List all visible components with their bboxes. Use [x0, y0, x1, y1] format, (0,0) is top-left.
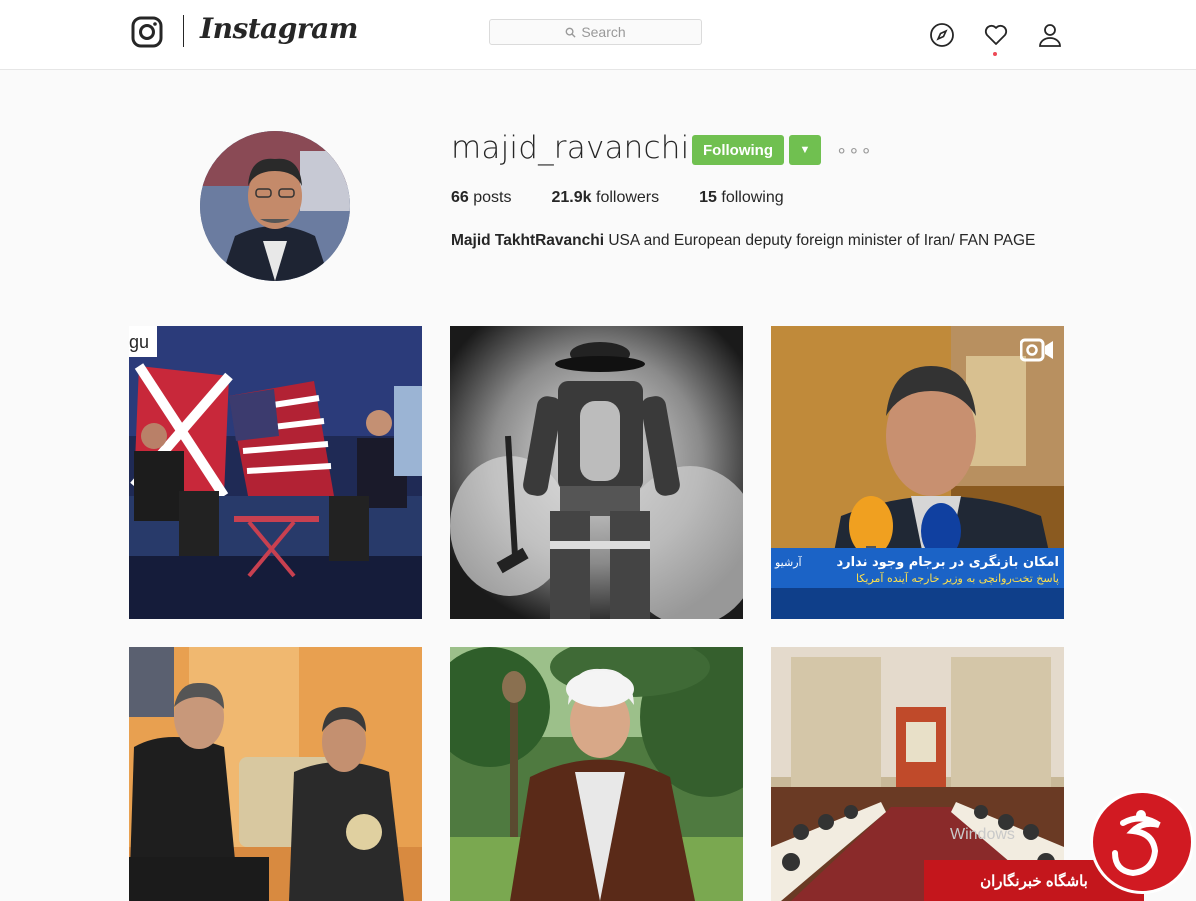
post-thumbnail[interactable]: امکان بازنگری در برجام وجود ندارد پاسخ ت…	[771, 326, 1064, 619]
profile-avatar[interactable]	[200, 131, 350, 281]
profile-bio-text: USA and European deputy foreign minister…	[608, 232, 1036, 249]
profile-bio: Majid TakhtRavanchi USA and European dep…	[451, 229, 1041, 253]
instagram-wordmark[interactable]: Instagram	[200, 12, 358, 45]
caret-down-icon: ▼	[799, 144, 811, 156]
search-input[interactable]: Search	[489, 19, 702, 45]
following-stat[interactable]: 15 following	[699, 189, 784, 207]
compass-icon[interactable]	[929, 22, 955, 48]
profile-full-name: Majid TakhtRavanchi	[451, 232, 605, 249]
profile-stats: 66 posts 21.9k followers 15 following	[451, 189, 824, 207]
followers-count: 21.9k	[551, 189, 592, 206]
top-navigation-bar: Instagram Search	[0, 0, 1196, 70]
search-placeholder: Search	[581, 24, 626, 40]
video-camera-icon	[1020, 338, 1053, 362]
posts-count: 66	[451, 189, 469, 206]
instagram-glyph-icon[interactable]	[131, 16, 163, 48]
follow-options-button[interactable]: ▼	[789, 135, 821, 165]
posts-stat: 66 posts	[451, 189, 512, 207]
more-options-button[interactable]: ∘∘∘	[836, 140, 873, 161]
windows-activation-watermark: Windows	[950, 826, 1015, 843]
post-thumbnail[interactable]	[450, 647, 743, 901]
post-thumbnail[interactable]: gu	[129, 326, 422, 619]
ellipsis-icon: ∘∘∘	[836, 140, 873, 160]
logo-divider	[183, 15, 184, 47]
user-icon[interactable]	[1037, 22, 1063, 48]
post-thumbnail[interactable]	[450, 326, 743, 619]
news-agency-logo	[1090, 790, 1194, 894]
notification-dot	[993, 52, 997, 56]
heart-icon[interactable]	[983, 22, 1009, 48]
profile-username: majid_ravanchi	[451, 130, 690, 166]
news-ticker-subline: پاسخ تخت‌روانچی به وزیر خارجه آینده آمری…	[856, 571, 1059, 585]
search-icon	[565, 27, 576, 38]
following-button[interactable]: Following	[692, 135, 784, 165]
news-ticker-headline: امکان بازنگری در برجام وجود ندارد	[836, 554, 1059, 570]
posts-label: posts	[473, 189, 512, 206]
followers-label: followers	[596, 189, 660, 206]
post-thumbnail[interactable]	[129, 647, 422, 901]
following-label: following	[721, 189, 784, 206]
news-ticker-label: آرشیو	[774, 555, 803, 569]
following-count: 15	[699, 189, 717, 206]
followers-stat[interactable]: 21.9k followers	[552, 189, 660, 207]
post-tag-label: gu	[129, 326, 158, 357]
